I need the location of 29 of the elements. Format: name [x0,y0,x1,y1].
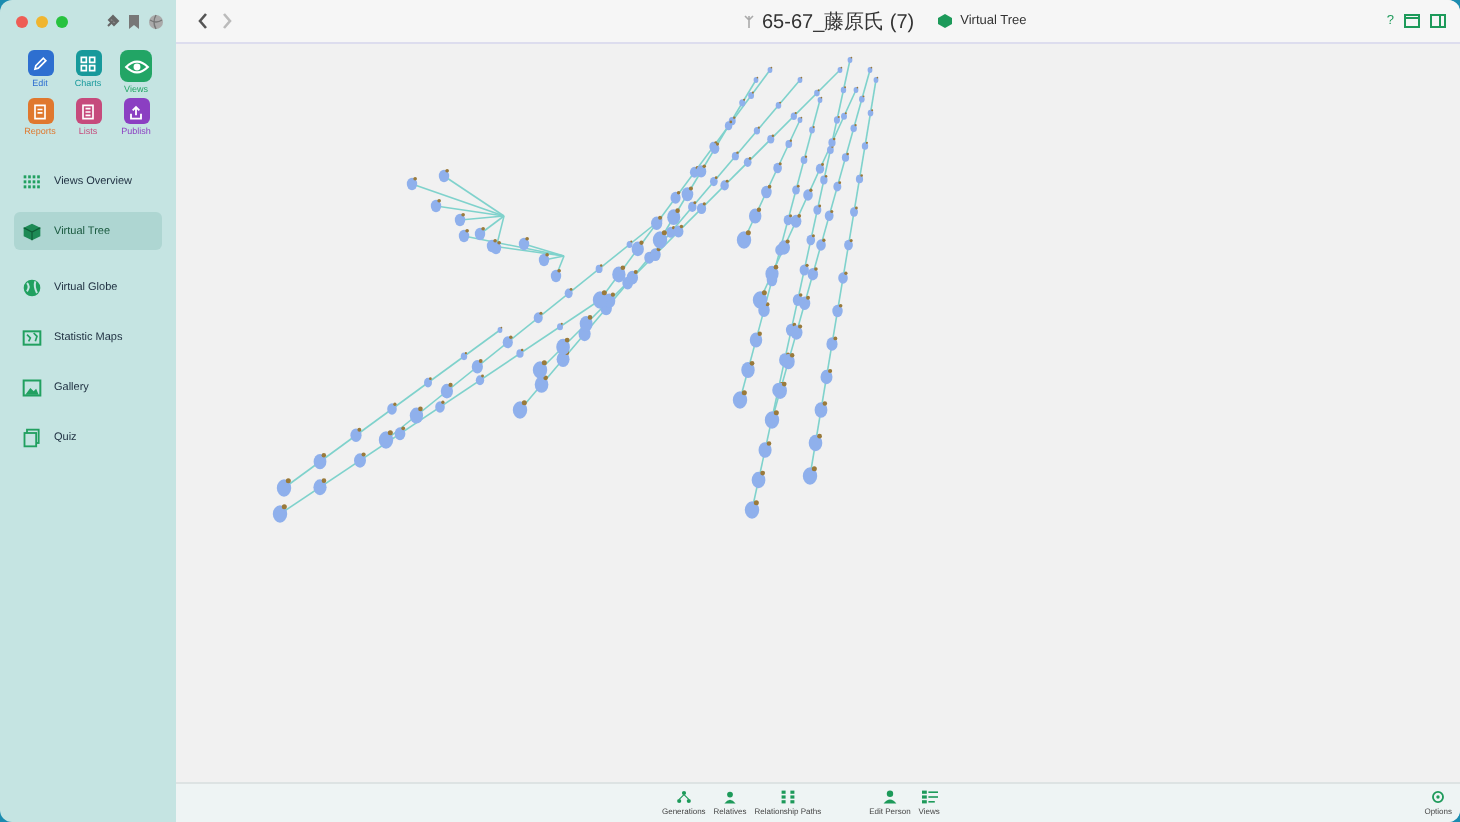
document-icon [30,101,50,121]
upload-icon [126,101,146,121]
back-icon[interactable] [196,12,210,30]
person-icon [881,790,898,804]
globe-icon[interactable] [148,14,164,30]
globe-icon [22,277,42,297]
cube-icon [22,221,42,241]
cube-icon [938,14,953,28]
tree-icon [744,14,754,28]
list-icon [921,790,938,804]
grid-icon [22,171,42,191]
pin-icon[interactable] [104,14,120,30]
chart-grid-icon [78,53,98,73]
grid-icon [779,790,796,804]
image-icon [22,377,42,397]
sidebar-icon[interactable] [1430,14,1446,28]
close-button[interactable] [16,16,28,28]
list-icon [78,101,98,121]
people-icon [722,790,739,804]
cards-icon [22,427,42,447]
zoom-button[interactable] [56,16,68,28]
bookmark-icon[interactable] [128,14,140,30]
window-icon[interactable] [1404,14,1420,28]
gear-icon [1430,790,1447,804]
forward-icon[interactable] [220,12,234,30]
document-title: 65-67_藤原氏 (7) [762,9,915,35]
pencil-icon [30,53,50,73]
hierarchy-icon [675,790,692,804]
map-icon [22,327,42,347]
